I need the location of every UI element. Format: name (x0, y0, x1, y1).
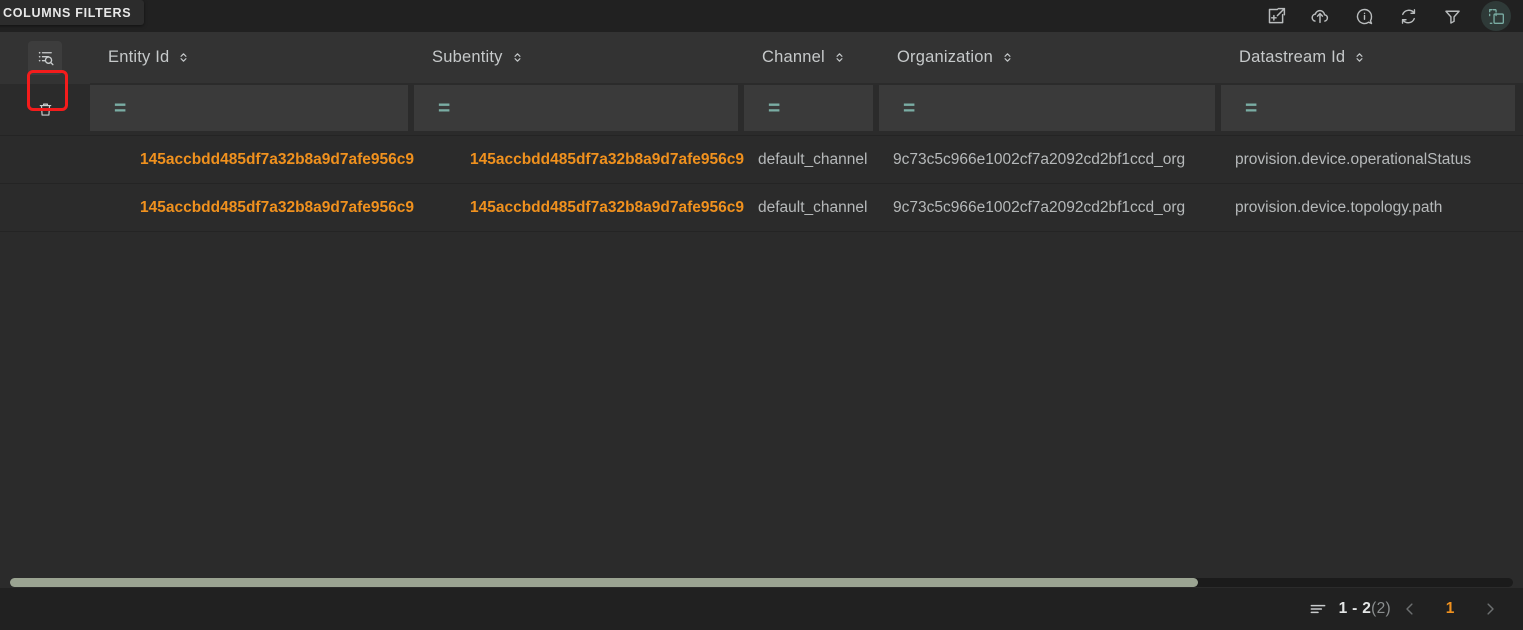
sort-toggle-icon[interactable] (833, 50, 846, 65)
table-row[interactable]: 145accbdd485df7a32b8a9d7afe956c9 145accbd… (0, 136, 1523, 184)
toolbar-icon-group (1261, 1, 1523, 31)
filter-input-entity_id[interactable]: = (90, 85, 408, 131)
filter-input-datastream_id[interactable]: = (1221, 85, 1515, 131)
cell-entity_id: 145accbdd485df7a32b8a9d7afe956c9 (139, 150, 414, 168)
cell-subentity: 145accbdd485df7a32b8a9d7afe956c9 (469, 150, 744, 168)
filter-input-channel[interactable]: = (744, 85, 873, 131)
data-grid: Entity Id Subentity Channel Organization Dat… (0, 32, 1523, 588)
filter-operator-equals[interactable]: = (879, 98, 915, 119)
column-header-label: Organization (897, 48, 993, 66)
pagination-page-1[interactable]: 1 (1435, 600, 1465, 618)
sort-toggle-icon[interactable] (1353, 50, 1366, 65)
page-size-icon[interactable] (1308, 599, 1328, 619)
column-header-label: Datastream Id (1239, 48, 1346, 66)
cell-channel: default_channel (758, 150, 868, 168)
filter-operator-equals[interactable]: = (414, 98, 450, 119)
column-header-datastream_id[interactable]: Datastream Id (1221, 32, 1521, 84)
grid-filter-row: = = = = = (0, 84, 1523, 136)
filter-input-subentity[interactable]: = (414, 85, 738, 131)
horizontal-scrollbar-thumb[interactable] (10, 578, 1198, 587)
column-header-label: Channel (762, 48, 825, 66)
pagination-total-label: (2) (1371, 600, 1391, 617)
horizontal-scrollbar-track[interactable] (10, 578, 1513, 587)
cell-entity_id: 145accbdd485df7a32b8a9d7afe956c9 (139, 198, 414, 216)
filter-operator-equals[interactable]: = (1221, 98, 1257, 119)
grid-footer: 1 - 2(2) 1 (0, 588, 1523, 630)
pagination-prev-button[interactable] (1391, 590, 1429, 628)
info-circle-icon[interactable] (1349, 1, 1379, 31)
refresh-icon[interactable] (1393, 1, 1423, 31)
grid-filter-cells: = = = = = (90, 84, 1521, 135)
pagination-range-label: 1 - 2 (1338, 600, 1372, 617)
grid-header-corner (0, 32, 90, 84)
cloud-upload-icon[interactable] (1305, 1, 1335, 31)
column-header-subentity[interactable]: Subentity (414, 32, 744, 84)
filter-input-organization[interactable]: = (879, 85, 1215, 131)
clear-filters-button[interactable] (0, 84, 90, 135)
pagination-next-button[interactable] (1471, 590, 1509, 628)
cell-organization: 9c73c5c966e1002cf7a2092cd2bf1ccd_org (893, 198, 1186, 216)
cell-datastream_id: provision.device.operationalStatus (1235, 150, 1472, 168)
column-header-channel[interactable]: Channel (744, 32, 879, 84)
grid-header-cells: Entity Id Subentity Channel Organization Dat… (90, 32, 1521, 84)
columns-filters-tooltip: COLUMNS FILTERS (0, 0, 145, 25)
sort-toggle-icon[interactable] (511, 50, 524, 65)
cell-channel: default_channel (758, 198, 868, 216)
column-header-label: Entity Id (108, 48, 170, 66)
filter-operator-equals[interactable]: = (90, 98, 126, 119)
app-root: COLUMNS FILTERS Entity IdSubentityChan (0, 0, 1523, 630)
grid-header-row: Entity Id Subentity Channel Organization Dat… (0, 32, 1523, 84)
filter-operator-equals[interactable]: = (744, 98, 780, 119)
grid-body: 145accbdd485df7a32b8a9d7afe956c9 145accbd… (0, 136, 1523, 588)
sort-toggle-icon[interactable] (1001, 50, 1014, 65)
column-header-entity_id[interactable]: Entity Id (90, 32, 414, 84)
top-toolbar (0, 0, 1523, 32)
sort-toggle-icon[interactable] (177, 50, 190, 65)
cell-datastream_id: provision.device.topology.path (1235, 198, 1443, 216)
pagination-range: 1 - 2(2) (1339, 600, 1391, 618)
table-row[interactable]: 145accbdd485df7a32b8a9d7afe956c9 145accbd… (0, 184, 1523, 232)
column-header-organization[interactable]: Organization (879, 32, 1221, 84)
column-header-label: Subentity (432, 48, 503, 66)
columns-filters-button[interactable] (28, 40, 62, 75)
cell-subentity: 145accbdd485df7a32b8a9d7afe956c9 (469, 198, 744, 216)
pagination: 1 - 2(2) 1 (1308, 590, 1523, 628)
cell-organization: 9c73c5c966e1002cf7a2092cd2bf1ccd_org (893, 150, 1186, 168)
columns-select-icon[interactable] (1481, 1, 1511, 31)
export-window-icon[interactable] (1261, 1, 1291, 31)
filter-funnel-icon[interactable] (1437, 1, 1467, 31)
